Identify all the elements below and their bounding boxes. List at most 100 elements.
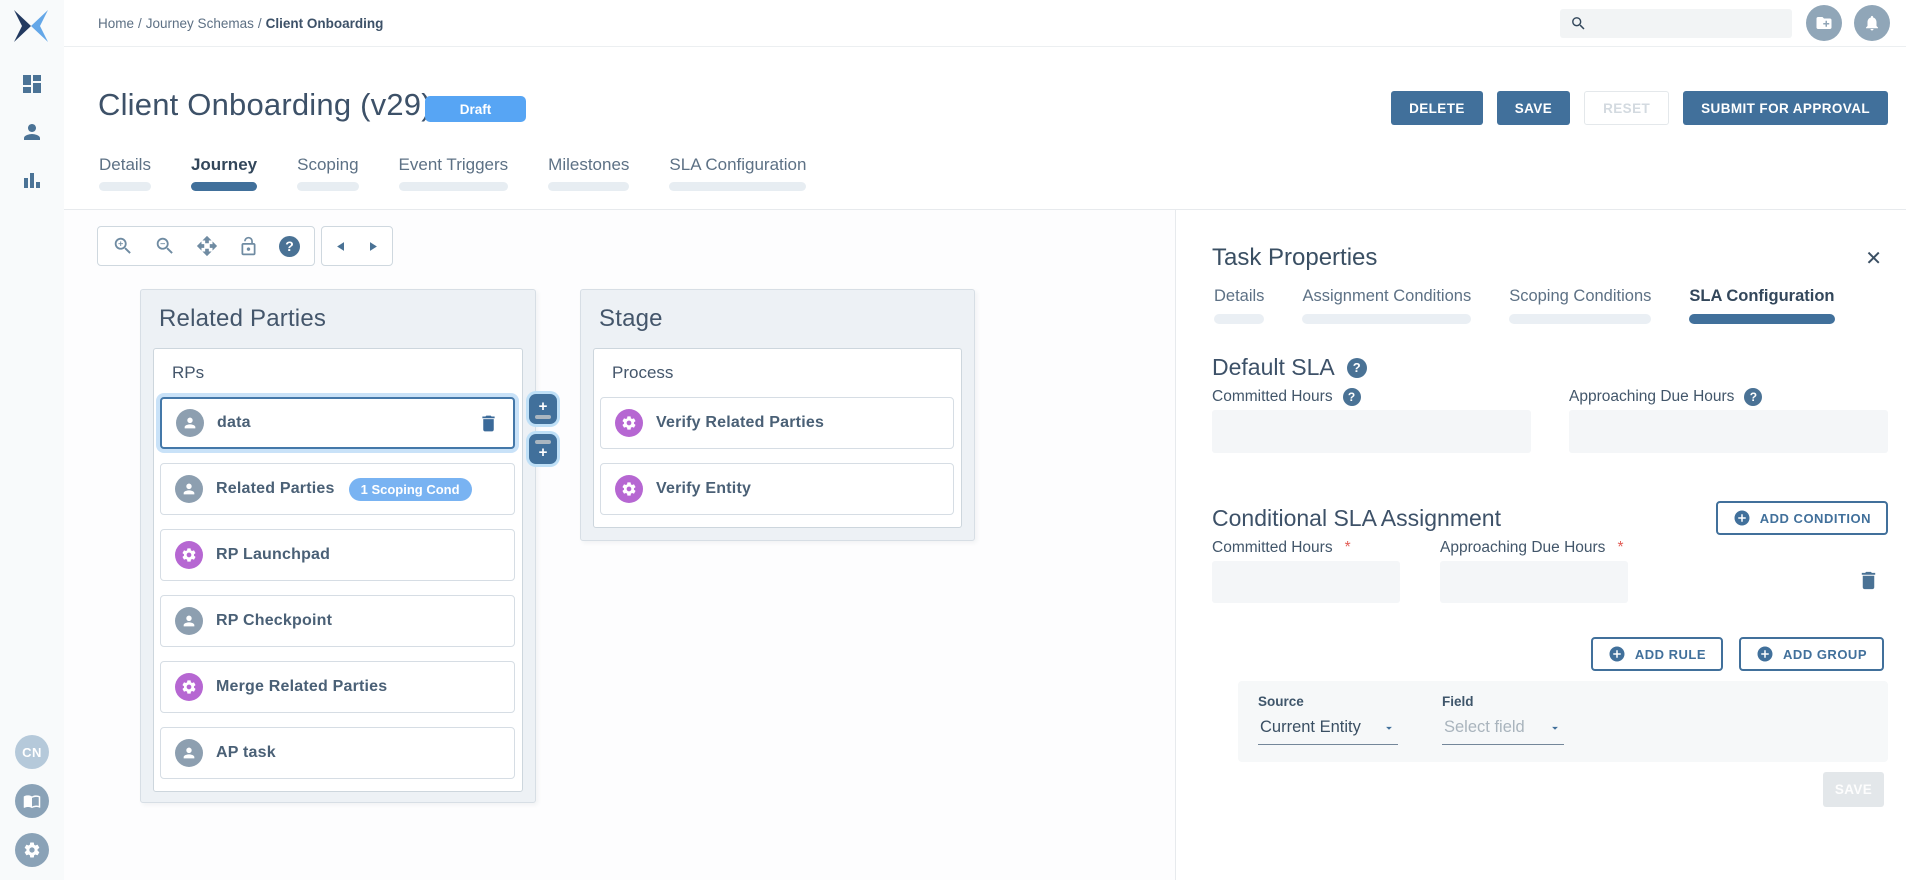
system-task-icon (175, 541, 203, 569)
ptab-details[interactable]: Details (1212, 287, 1266, 324)
rule-save-button[interactable]: SAVE (1823, 772, 1884, 807)
zoom-out-icon[interactable] (154, 235, 176, 257)
add-condition-button[interactable]: ADD CONDITION (1715, 501, 1888, 535)
cond-approaching-due-hours-input[interactable] (1440, 561, 1628, 603)
lock-icon[interactable] (238, 236, 259, 257)
submit-for-approval-button[interactable]: SUBMIT FOR APPROVAL (1683, 91, 1888, 125)
default-sla-heading: Default SLA (1212, 354, 1335, 380)
user-avatar[interactable]: CN (15, 735, 49, 769)
search-input[interactable] (1595, 15, 1782, 32)
dashboard-icon[interactable] (20, 72, 44, 96)
chevron-down-icon (1382, 721, 1396, 735)
page-actions: DELETE SAVE RESET SUBMIT FOR APPROVAL (1391, 91, 1888, 125)
task-card-ap-task[interactable]: AP task (160, 727, 515, 779)
help-icon[interactable]: ? (279, 235, 300, 257)
breadcrumb-journey-schemas[interactable]: Journey Schemas (146, 16, 254, 31)
task-card-data[interactable]: data (160, 397, 515, 449)
page-title: Client Onboarding (v29) (98, 87, 432, 122)
reports-icon[interactable] (20, 168, 44, 192)
close-icon[interactable]: ✕ (1865, 246, 1882, 271)
delete-task-icon[interactable] (478, 413, 499, 434)
task-card-related-parties[interactable]: Related Parties 1 Scoping Cond (160, 463, 515, 515)
add-group-button[interactable]: ADD GROUP (1739, 637, 1884, 671)
approaching-due-hours-label: Approaching Due Hours (1569, 388, 1735, 405)
task-card-rp-launchpad[interactable]: RP Launchpad (160, 529, 515, 581)
person-task-icon (175, 739, 203, 767)
plus-circle-icon (1757, 646, 1773, 662)
task-card-merge-related-parties[interactable]: Merge Related Parties (160, 661, 515, 713)
lane-rps: RPs data Related Parties 1 Scoping Cond … (153, 348, 523, 792)
committed-hours-label: Committed Hours (1212, 388, 1333, 405)
breadcrumb-home[interactable]: Home (98, 16, 134, 31)
lane-title: RPs (172, 363, 205, 382)
tab-sla-configuration[interactable]: SLA Configuration (668, 155, 807, 191)
save-button[interactable]: SAVE (1496, 91, 1571, 125)
people-icon[interactable] (20, 120, 44, 144)
task-card-verify-entity[interactable]: Verify Entity (600, 463, 954, 515)
schema-tabs: Details Journey Scoping Event Triggers M… (98, 155, 807, 191)
task-card-verify-related-parties[interactable]: Verify Related Parties (600, 397, 954, 449)
add-task-above-button[interactable]: + (529, 394, 557, 424)
task-card-rp-checkpoint[interactable]: RP Checkpoint (160, 595, 515, 647)
group-related-parties[interactable]: Related Parties RPs data Related Parties… (140, 289, 536, 803)
help-icon[interactable]: ? (1744, 388, 1763, 406)
rule-row: Source Current Entity Field Select field (1238, 681, 1888, 762)
group-stage[interactable]: Stage Process Verify Related Parties Ver… (580, 289, 975, 541)
breadcrumb-current: Client Onboarding (265, 16, 384, 31)
plus-circle-icon (1609, 646, 1625, 662)
source-select[interactable]: Current Entity (1258, 709, 1398, 745)
journey-canvas: ? Related Parties RPs data Related Parti… (64, 210, 1175, 880)
field-label: Field (1442, 694, 1474, 709)
task-properties-panel: Task Properties ✕ Details Assignment Con… (1175, 210, 1906, 880)
add-task-below-button[interactable]: + (529, 434, 557, 464)
sidebar: CN (0, 0, 64, 880)
tab-details[interactable]: Details (98, 155, 152, 191)
group-title: Related Parties (159, 305, 327, 332)
cond-committed-hours-label: Committed Hours (1212, 539, 1333, 556)
group-title: Stage (599, 305, 663, 332)
status-badge: Draft (425, 96, 526, 122)
prev-arrow-icon[interactable] (334, 239, 349, 254)
task-properties-tabs: Details Assignment Conditions Scoping Co… (1212, 287, 1888, 324)
zoom-in-icon[interactable] (112, 235, 134, 257)
approaching-due-hours-input[interactable] (1569, 410, 1888, 453)
lane-process: Process Verify Related Parties Verify En… (593, 348, 962, 528)
pan-icon[interactable] (196, 235, 218, 257)
ptab-scoping-conditions[interactable]: Scoping Conditions (1507, 287, 1653, 324)
canvas-toolbar: ? (97, 226, 393, 266)
search-bar[interactable] (1560, 9, 1792, 38)
reset-button[interactable]: RESET (1584, 91, 1670, 125)
scoping-condition-badge: 1 Scoping Cond (348, 477, 472, 501)
committed-hours-input[interactable] (1212, 410, 1531, 453)
ptab-assignment-conditions[interactable]: Assignment Conditions (1300, 287, 1473, 324)
chevron-down-icon (1548, 721, 1562, 735)
search-icon (1570, 15, 1587, 32)
help-icon[interactable]: ? (1346, 357, 1367, 378)
topbar: Home / Journey Schemas / Client Onboarding (64, 0, 1906, 47)
help-icon[interactable]: ? (1342, 388, 1361, 406)
field-select[interactable]: Select field (1442, 709, 1564, 745)
app-logo-icon[interactable] (11, 6, 51, 46)
docs-icon[interactable] (15, 784, 49, 818)
create-new-icon[interactable] (1806, 5, 1842, 41)
settings-icon[interactable] (15, 833, 49, 867)
tab-scoping[interactable]: Scoping (296, 155, 359, 191)
required-mark: * (1617, 539, 1624, 556)
system-task-icon (615, 475, 643, 503)
tab-milestones[interactable]: Milestones (547, 155, 630, 191)
system-task-icon (175, 673, 203, 701)
add-rule-button[interactable]: ADD RULE (1590, 637, 1724, 671)
source-label: Source (1258, 694, 1304, 709)
cond-committed-hours-input[interactable] (1212, 561, 1400, 603)
tab-event-triggers[interactable]: Event Triggers (398, 155, 510, 191)
system-task-icon (615, 409, 643, 437)
ptab-sla-configuration[interactable]: SLA Configuration (1687, 287, 1836, 324)
panel-title: Task Properties (1212, 244, 1378, 271)
person-task-icon (175, 475, 203, 503)
delete-condition-icon[interactable] (1857, 569, 1880, 592)
next-arrow-icon[interactable] (365, 239, 380, 254)
tab-journey[interactable]: Journey (190, 155, 258, 191)
notifications-icon[interactable] (1854, 5, 1890, 41)
person-task-icon (175, 607, 203, 635)
delete-button[interactable]: DELETE (1391, 91, 1483, 125)
